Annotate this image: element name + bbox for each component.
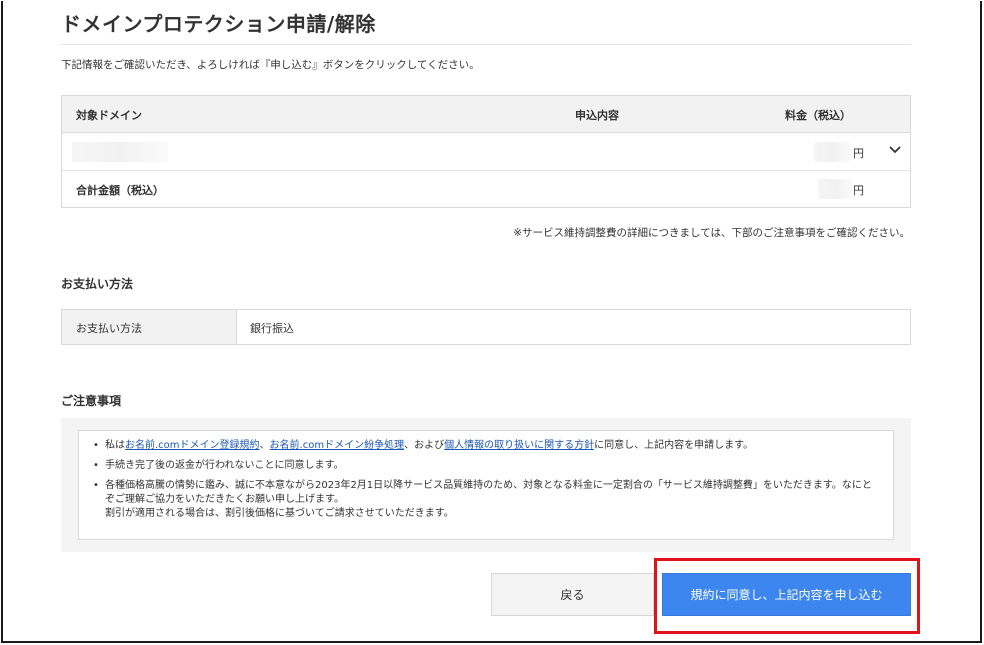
service-fee-note: ※サービス維持調整費の詳細につきましては、下部のご注意事項をご確認ください。 <box>513 227 910 239</box>
domain-name-redacted <box>72 142 168 162</box>
order-row-domain[interactable]: 円 <box>62 133 910 171</box>
total-label: 合計金額（税込） <box>76 184 164 197</box>
payment-section-title: お支払い方法 <box>61 277 134 291</box>
notes-panel: 私はお名前.comドメイン登録規約、お名前.comドメイン紛争処理、および個人情… <box>61 418 911 552</box>
notes-section-title: ご注意事項 <box>61 394 122 408</box>
order-table-header: 対象ドメイン 申込内容 料金（税込） <box>62 96 910 133</box>
total-fee-unit: 円 <box>853 184 864 197</box>
notes-box: 私はお名前.comドメイン登録規約、お名前.comドメイン紛争処理、および個人情… <box>78 430 894 540</box>
payment-table: お支払い方法 銀行振込 <box>61 309 911 345</box>
header-fee: 料金（税込） <box>785 109 851 122</box>
link-registration-terms[interactable]: お名前.comドメイン登録規約 <box>125 440 260 451</box>
highlight-box <box>654 558 920 634</box>
total-fee-redacted <box>818 179 852 199</box>
link-dispute-policy[interactable]: お名前.comドメイン紛争処理 <box>270 440 405 451</box>
page-title: ドメインプロテクション申請/解除 <box>61 12 376 36</box>
payment-method-value: 銀行振込 <box>250 322 294 335</box>
header-content: 申込内容 <box>575 109 619 122</box>
domain-fee-unit: 円 <box>853 147 864 160</box>
note-item-service-fee: 各種価格高騰の情勢に鑑み、誠に不本意ながら2023年2月1日以降サービス品質維持… <box>93 479 879 521</box>
chevron-down-icon[interactable] <box>888 143 902 157</box>
header-domain: 対象ドメイン <box>76 109 142 122</box>
domain-fee-redacted <box>814 142 850 162</box>
title-divider <box>61 44 911 45</box>
payment-method-label: お支払い方法 <box>62 310 237 344</box>
order-table: 対象ドメイン 申込内容 料金（税込） 円 合計金額（税込） 円 <box>61 95 911 208</box>
back-button[interactable]: 戻る <box>491 573 654 616</box>
order-row-total: 合計金額（税込） 円 <box>62 171 910 207</box>
intro-text: 下記情報をご確認いただき、よろしければ『申し込む』ボタンをクリックしてください。 <box>61 59 480 71</box>
link-privacy-policy[interactable]: 個人情報の取り扱いに関する方針 <box>444 440 594 451</box>
note-item-agreement: 私はお名前.comドメイン登録規約、お名前.comドメイン紛争処理、および個人情… <box>93 439 879 453</box>
note-item-no-refund: 手続き完了後の返金が行われないことに同意します。 <box>93 459 879 473</box>
